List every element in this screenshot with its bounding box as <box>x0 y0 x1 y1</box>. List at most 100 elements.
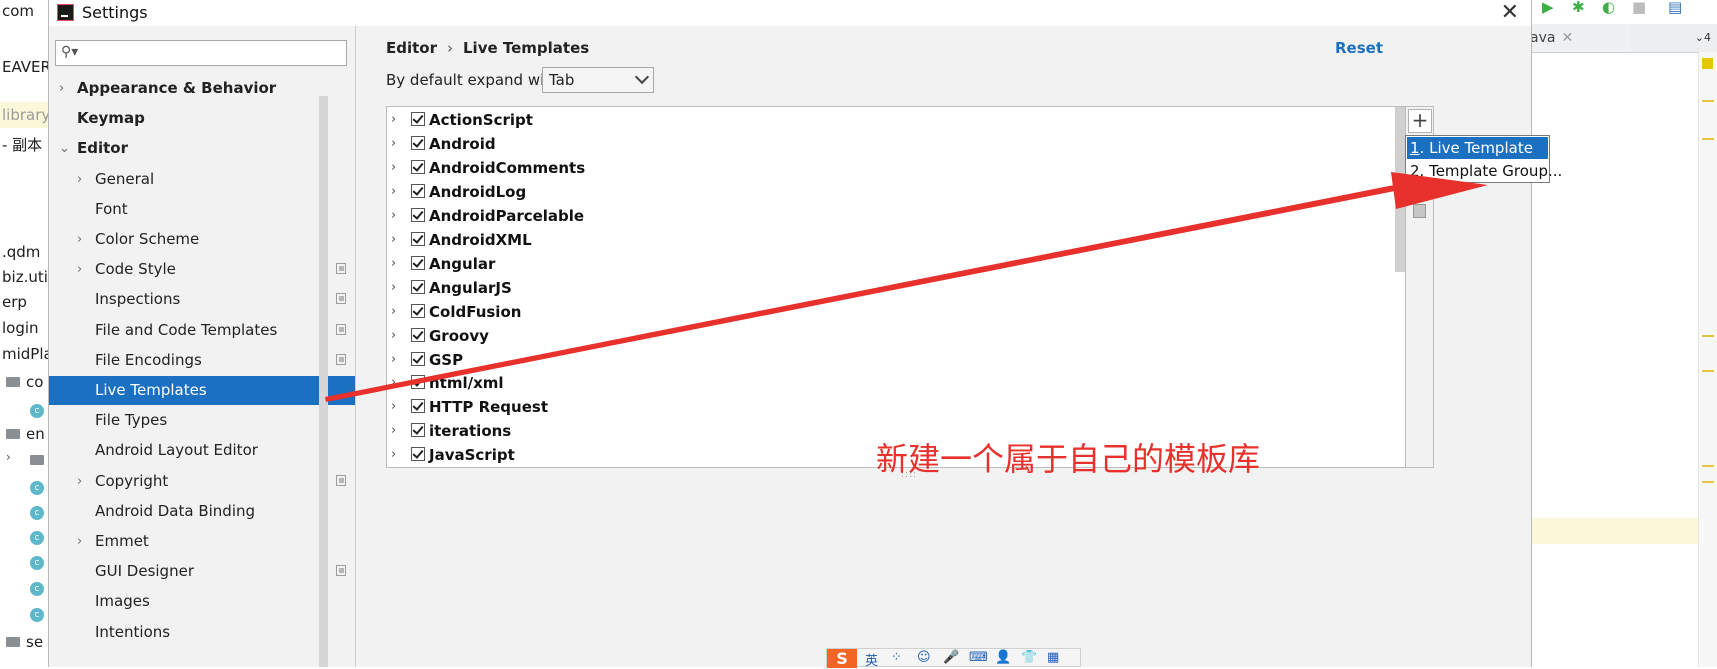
enabled-checkbox[interactable] <box>411 352 425 366</box>
enabled-checkbox[interactable] <box>411 208 425 222</box>
sidebar-item-file-and-code-templates[interactable]: File and Code Templates <box>49 316 355 345</box>
close-button[interactable]: ✕ <box>1501 0 1519 26</box>
sidebar-item-copyright[interactable]: › Copyright <box>49 467 355 496</box>
chevron-right-icon[interactable]: › <box>77 527 82 556</box>
chevron-right-icon[interactable]: › <box>391 108 396 132</box>
chevron-right-icon[interactable]: › <box>391 228 396 252</box>
editor-tab[interactable]: ava ✕ <box>1530 24 1630 52</box>
search-field[interactable]: ⚲▾ <box>55 40 347 66</box>
template-group-row[interactable]: › GSP <box>387 348 1387 372</box>
chevron-right-icon[interactable]: › <box>391 180 396 204</box>
sidebar-item-images[interactable]: Images <box>49 587 355 616</box>
chevron-right-icon[interactable]: › <box>391 395 396 419</box>
project-tree-row[interactable]: .qdm <box>2 243 40 261</box>
template-group-row[interactable]: › AngularJS <box>387 276 1387 300</box>
chevron-right-icon[interactable]: › <box>77 467 82 496</box>
chevron-right-icon[interactable]: › <box>391 156 396 180</box>
enabled-checkbox[interactable] <box>411 304 425 318</box>
sidebar-item-intentions[interactable]: Intentions <box>49 618 355 647</box>
chevron-right-icon[interactable]: › <box>391 419 396 443</box>
ime-icon[interactable]: ☺ <box>917 650 931 665</box>
chevron-right-icon[interactable]: › <box>391 252 396 276</box>
run-icon[interactable]: ▶ <box>1542 0 1554 16</box>
sidebar-item-gui-designer[interactable]: GUI Designer <box>49 557 355 586</box>
search-icon[interactable]: ⚲▾ <box>61 44 78 60</box>
sidebar-item-code-style[interactable]: › Code Style <box>49 255 355 284</box>
ime-icon[interactable]: ⌨ <box>969 650 988 665</box>
project-tree-row[interactable]: erp <box>2 293 27 311</box>
list-scrollbar[interactable] <box>1395 107 1405 272</box>
template-group-row[interactable]: › AndroidXML <box>387 228 1387 252</box>
debug-icon[interactable]: ✱ <box>1572 0 1585 16</box>
project-tree-row[interactable]: en <box>26 425 45 443</box>
sidebar-item-editor[interactable]: ⌄ Editor <box>49 134 355 163</box>
template-group-row[interactable]: › html/xml <box>387 371 1387 395</box>
sidebar-item-android-layout-editor[interactable]: Android Layout Editor <box>49 436 355 465</box>
chevron-right-icon[interactable]: › <box>391 348 396 372</box>
editor-scrollbar[interactable] <box>1698 52 1717 667</box>
sidebar-item-inspections[interactable]: Inspections <box>49 285 355 314</box>
template-group-row[interactable]: › ColdFusion <box>387 300 1387 324</box>
sidebar-item-general[interactable]: › General <box>49 165 355 194</box>
chevron-right-icon[interactable]: › <box>6 450 11 464</box>
ime-icon[interactable]: ▦ <box>1047 650 1059 665</box>
enabled-checkbox[interactable] <box>411 328 425 342</box>
ime-icon[interactable]: ⁘ <box>891 650 902 665</box>
coverage-icon[interactable]: ◐ <box>1602 0 1615 16</box>
sidebar-scrollbar[interactable] <box>319 96 328 667</box>
add-button[interactable]: + <box>1408 109 1432 133</box>
template-group-row[interactable]: › Groovy <box>387 324 1387 348</box>
chevron-right-icon[interactable]: › <box>391 204 396 228</box>
chevron-right-icon[interactable]: › <box>391 371 396 395</box>
template-group-row[interactable]: › AndroidParcelable <box>387 204 1387 228</box>
enabled-checkbox[interactable] <box>411 447 425 461</box>
add-template-group-item[interactable]: 2. Template Group... <box>1407 160 1562 182</box>
sidebar-item-color-scheme[interactable]: › Color Scheme <box>49 225 355 254</box>
project-tree-row[interactable]: co <box>26 373 43 391</box>
project-tree-row[interactable]: EAVER <box>2 58 48 76</box>
enabled-checkbox[interactable] <box>411 399 425 413</box>
sogou-logo[interactable]: S <box>827 649 857 668</box>
tab-menu[interactable]: ⌄4 <box>1695 24 1711 52</box>
chevron-right-icon[interactable]: › <box>391 324 396 348</box>
template-group-row[interactable]: › HTTP Request <box>387 395 1387 419</box>
ime-icon[interactable]: 👕 <box>1021 650 1037 665</box>
sidebar-item-font[interactable]: Font <box>49 195 355 224</box>
sidebar-item-file-encodings[interactable]: File Encodings <box>49 346 355 375</box>
chevron-right-icon[interactable]: › <box>391 443 396 467</box>
project-tree-row[interactable]: - 副本 <box>2 134 42 155</box>
project-tree-row[interactable]: midPla <box>2 345 48 363</box>
chevron-right-icon[interactable]: › <box>77 165 82 194</box>
enabled-checkbox[interactable] <box>411 280 425 294</box>
sidebar-item-file-types[interactable]: File Types <box>49 406 355 435</box>
ime-icon[interactable]: 👤 <box>995 650 1011 665</box>
sidebar-item-emmet[interactable]: › Emmet <box>49 527 355 556</box>
sidebar-item-keymap[interactable]: Keymap <box>49 104 355 133</box>
chevron-right-icon[interactable]: › <box>77 255 82 284</box>
chevron-right-icon[interactable]: › <box>59 74 64 103</box>
copy-icon[interactable] <box>1413 204 1426 218</box>
breadcrumb-parent[interactable]: Editor <box>386 39 437 57</box>
ime-icon[interactable]: 🎤 <box>943 650 959 665</box>
project-tree-row[interactable]: com <box>2 2 34 20</box>
template-group-row[interactable]: › AndroidComments <box>387 156 1387 180</box>
project-tree-row[interactable]: login <box>2 319 39 337</box>
sidebar-item-live-templates[interactable]: Live Templates <box>49 376 355 405</box>
stop-icon[interactable]: ■ <box>1632 0 1646 16</box>
enabled-checkbox[interactable] <box>411 160 425 174</box>
enabled-checkbox[interactable] <box>411 423 425 437</box>
template-group-row[interactable]: › Android <box>387 132 1387 156</box>
ime-icon[interactable]: 英 <box>865 650 878 669</box>
project-tree-row[interactable]: biz.uti <box>2 268 48 286</box>
sidebar-item-appearance-behavior[interactable]: › Appearance & Behavior <box>49 74 355 103</box>
template-group-row[interactable]: › ActionScript <box>387 108 1387 132</box>
enabled-checkbox[interactable] <box>411 375 425 389</box>
chevron-down-icon[interactable]: ⌄ <box>59 134 70 163</box>
enabled-checkbox[interactable] <box>411 256 425 270</box>
expand-key-dropdown[interactable]: Tab <box>542 67 654 93</box>
template-group-row[interactable]: › Angular <box>387 252 1387 276</box>
template-group-row[interactable]: › AndroidLog <box>387 180 1387 204</box>
project-structure-icon[interactable]: ▤ <box>1668 0 1682 16</box>
enabled-checkbox[interactable] <box>411 112 425 126</box>
project-tree-row[interactable]: se <box>26 633 43 651</box>
